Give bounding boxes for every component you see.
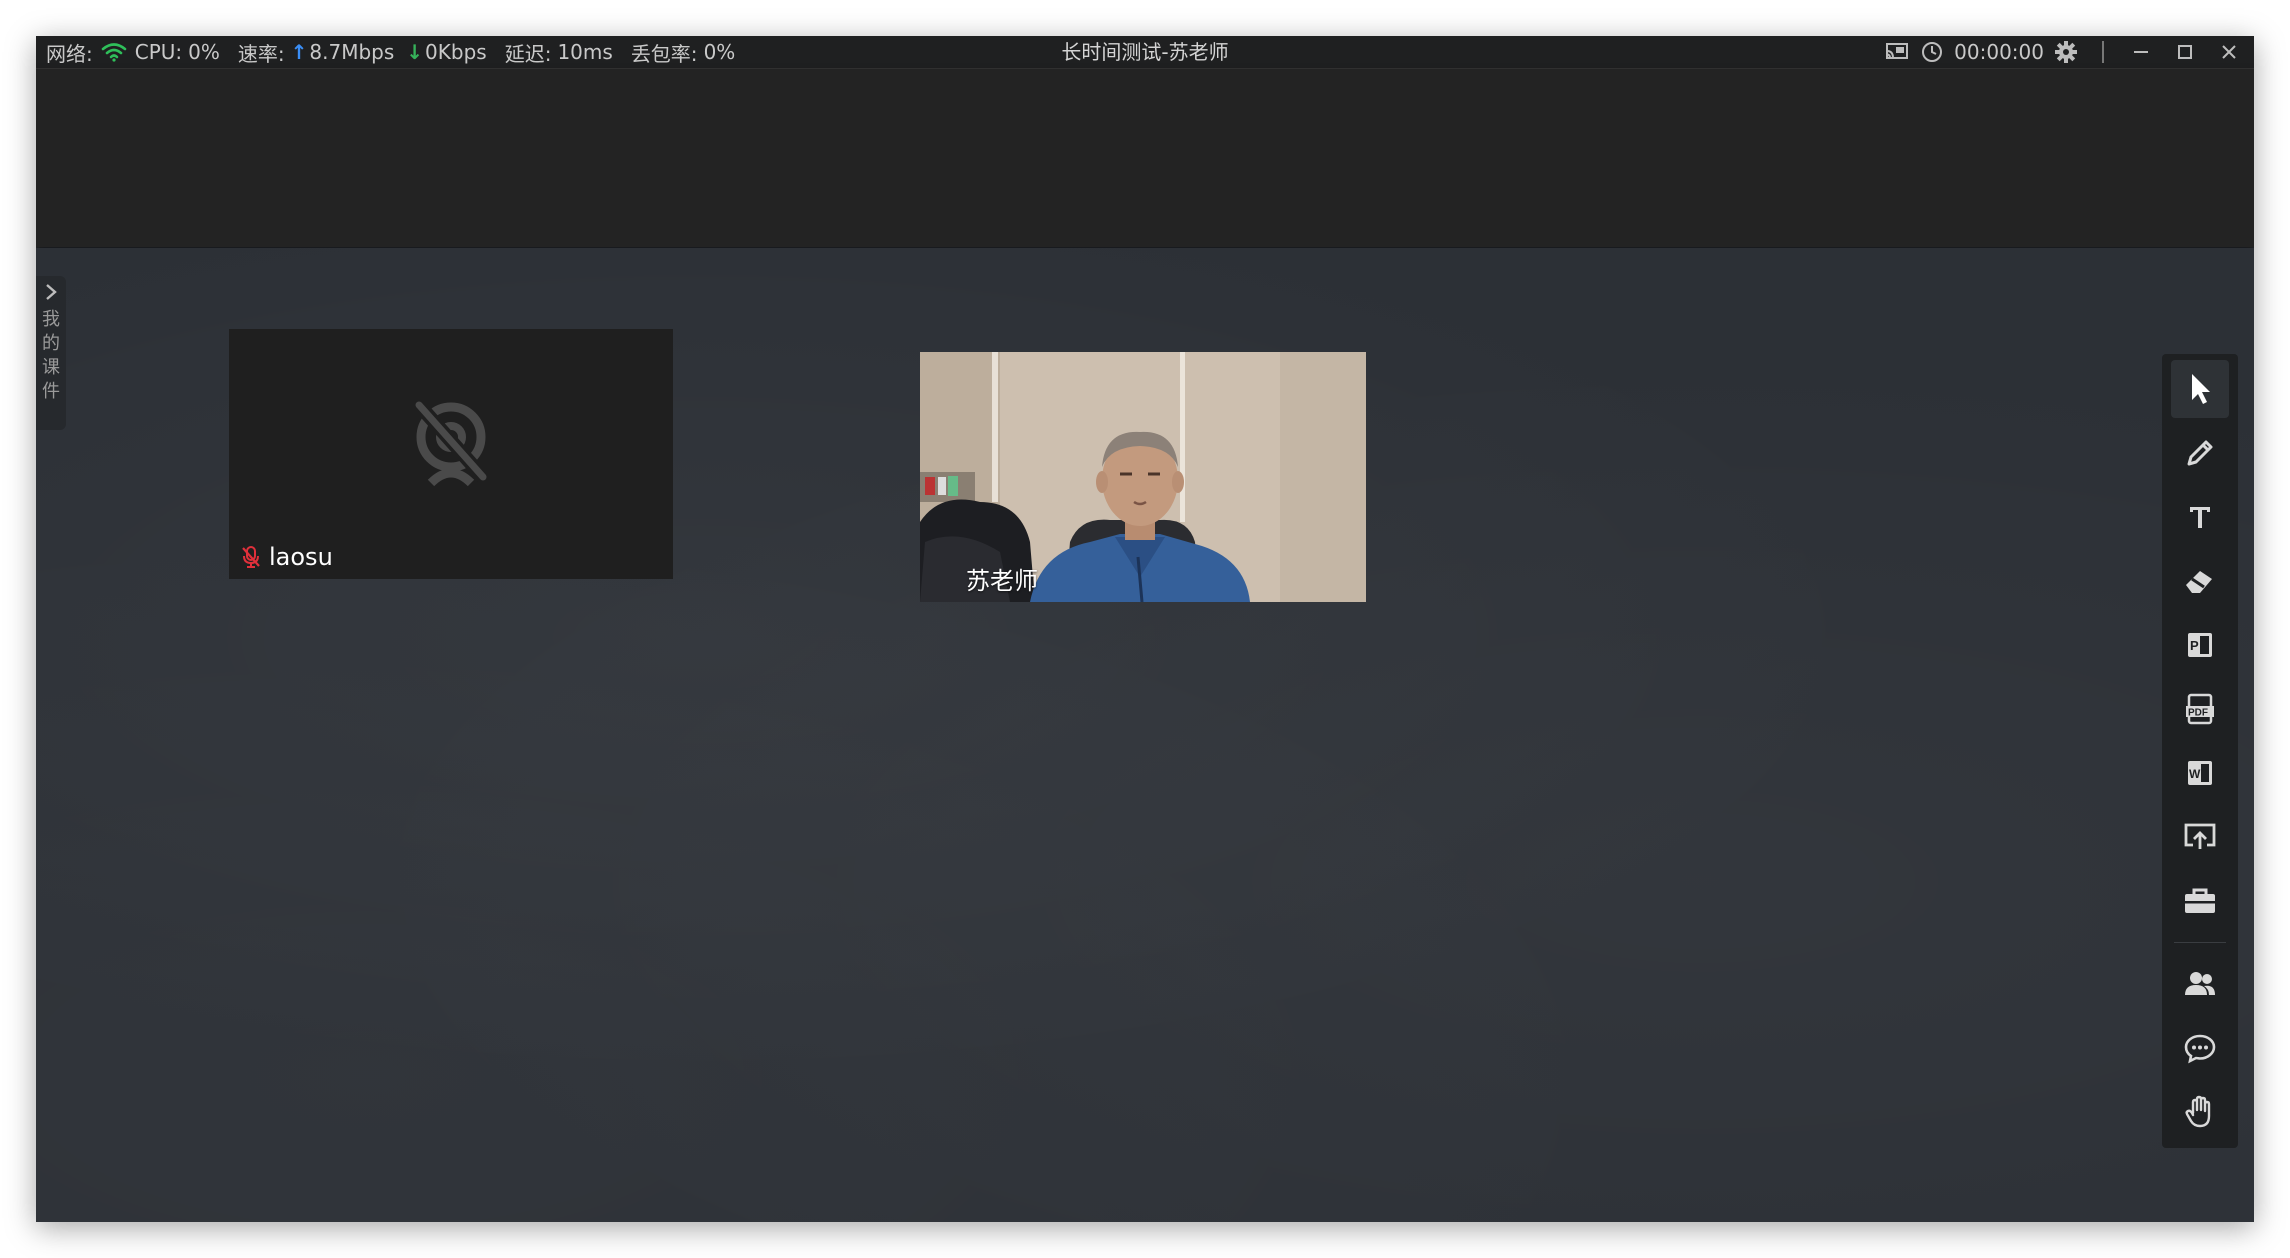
participant-name: 苏老师 <box>966 567 1038 595</box>
upload-arrow-icon: ↑ <box>290 40 308 64</box>
minimize-button[interactable] <box>2124 36 2158 68</box>
latency-label: 延迟: <box>504 41 552 66</box>
svg-text:PDF: PDF <box>2188 708 2208 719</box>
classroom-window: 网络: CPU: 0% 速率: ↑ 8.7Mbps ↓ 0Kbps 延迟: 10… <box>36 36 2254 1222</box>
members-icon <box>2185 972 2215 995</box>
raise-hand-icon <box>2185 1095 2211 1128</box>
tool-pen[interactable] <box>2171 424 2229 482</box>
participant-name: laosu <box>269 543 333 571</box>
packet-loss-value: 0% <box>703 40 736 64</box>
my-courseware-label: 我的课件 <box>42 309 60 402</box>
participant-name-label: laosu <box>241 543 333 571</box>
packet-loss-label: 丢包率: <box>630 41 698 66</box>
toolbox-icon <box>2185 888 2215 913</box>
tool-raise-hand[interactable] <box>2171 1083 2229 1141</box>
pdf-icon: PDF <box>2186 693 2214 725</box>
tool-word[interactable]: W <box>2171 744 2229 802</box>
video-strip <box>36 69 2254 247</box>
pen-icon <box>2187 440 2213 466</box>
ppt-icon: P <box>2188 633 2212 657</box>
whiteboard-toolbar: P PDF W <box>2162 354 2238 1148</box>
participant-tile-teacher[interactable]: 苏老师 <box>920 352 1366 602</box>
tool-ppt[interactable]: P <box>2171 616 2229 674</box>
settings-gear-icon[interactable] <box>2054 40 2078 64</box>
cpu-label: CPU: <box>134 40 183 64</box>
eraser-icon <box>2186 571 2212 593</box>
clock-icon <box>1920 40 1944 64</box>
mic-muted-icon <box>242 546 260 568</box>
network-label: 网络: <box>46 41 93 66</box>
pointer-icon <box>2192 374 2210 404</box>
wifi-icon <box>101 43 127 62</box>
cpu-value: 0% <box>188 40 220 64</box>
tool-pdf[interactable]: PDF <box>2171 680 2229 738</box>
network-stats: 网络: CPU: 0% 速率: ↑ 8.7Mbps ↓ 0Kbps 延迟: 10… <box>46 36 735 68</box>
svg-text:W: W <box>2189 767 2201 781</box>
my-courseware-tab[interactable]: 我的课件 <box>36 276 66 430</box>
tool-pointer[interactable] <box>2171 360 2229 418</box>
close-button[interactable] <box>2212 36 2246 68</box>
toolbar-divider <box>2174 942 2226 943</box>
upload-screen-icon <box>2184 823 2216 849</box>
rate-label: 速率: <box>237 41 285 66</box>
chevron-right-icon <box>46 284 57 300</box>
chat-icon <box>2184 1034 2216 1064</box>
download-arrow-icon: ↓ <box>406 40 424 64</box>
download-rate: 0Kbps <box>425 40 487 64</box>
tool-eraser[interactable] <box>2171 552 2229 610</box>
title-divider <box>2102 41 2104 63</box>
tool-screen-share[interactable] <box>2171 808 2229 866</box>
class-timer: 00:00:00 <box>1954 40 2044 64</box>
tool-toolbox[interactable] <box>2171 872 2229 930</box>
word-icon: W <box>2188 761 2212 785</box>
text-icon <box>2190 507 2210 528</box>
screen-cast-icon[interactable] <box>1884 41 1910 63</box>
upload-rate: 8.7Mbps <box>309 40 395 64</box>
camera-off-icon <box>413 400 489 487</box>
svg-text:P: P <box>2190 638 2199 653</box>
maximize-button[interactable] <box>2168 36 2202 68</box>
tool-text[interactable] <box>2171 488 2229 546</box>
participant-tile-student[interactable]: laosu <box>229 329 673 579</box>
latency-value: 10ms <box>557 40 613 64</box>
title-bar: 网络: CPU: 0% 速率: ↑ 8.7Mbps ↓ 0Kbps 延迟: 10… <box>36 36 2254 69</box>
title-bar-controls: 00:00:00 <box>1884 36 2246 68</box>
tool-members[interactable] <box>2171 955 2229 1013</box>
tool-chat[interactable] <box>2171 1019 2229 1077</box>
